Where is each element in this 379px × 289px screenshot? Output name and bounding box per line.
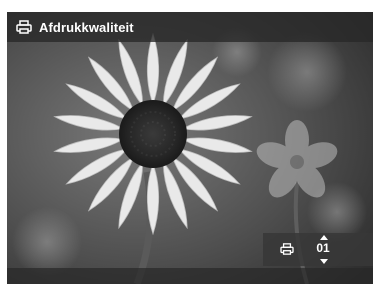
- increase-arrow-icon[interactable]: [320, 235, 328, 240]
- copies-value: 01: [316, 241, 330, 255]
- decrease-arrow-icon[interactable]: [320, 259, 328, 264]
- printer-icon: [16, 20, 32, 34]
- title-bar: Afdrukkwaliteit: [7, 12, 373, 42]
- copies-stepper[interactable]: 01: [263, 233, 373, 266]
- page-title: Afdrukkwaliteit: [39, 19, 134, 35]
- printer-icon: [280, 243, 294, 255]
- bottom-bar: [7, 268, 373, 284]
- photo-frame-screen: Afdrukkwaliteit 01: [7, 12, 373, 284]
